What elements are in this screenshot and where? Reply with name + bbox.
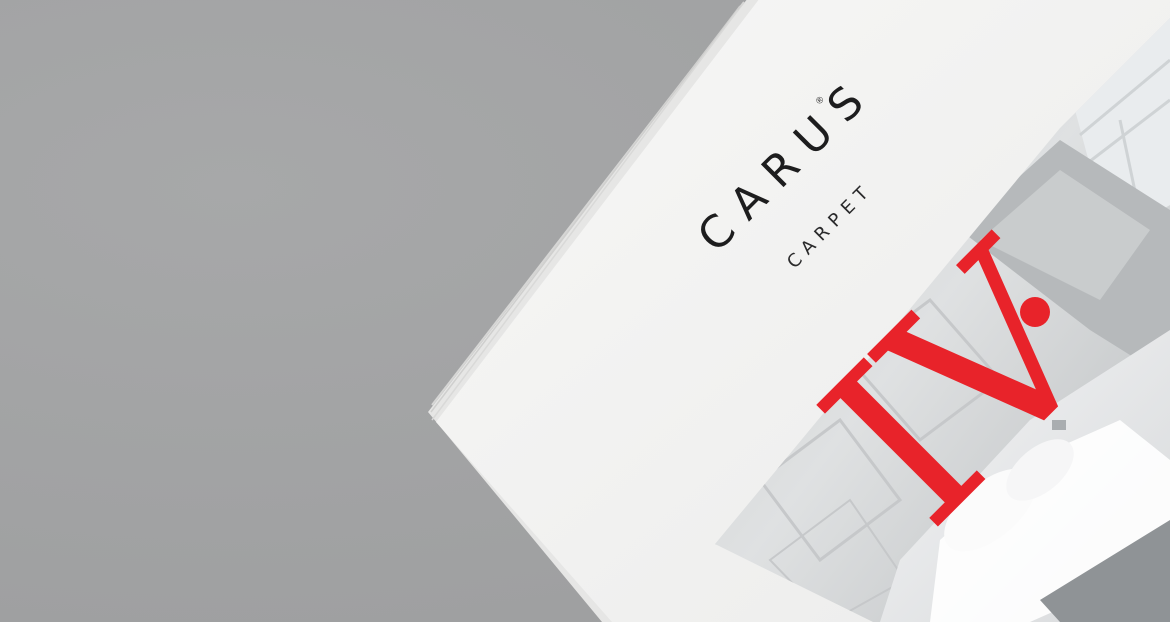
photo-scene: ® CARUS CARPET IV bbox=[0, 0, 1170, 622]
numeral-dot bbox=[1020, 297, 1050, 327]
